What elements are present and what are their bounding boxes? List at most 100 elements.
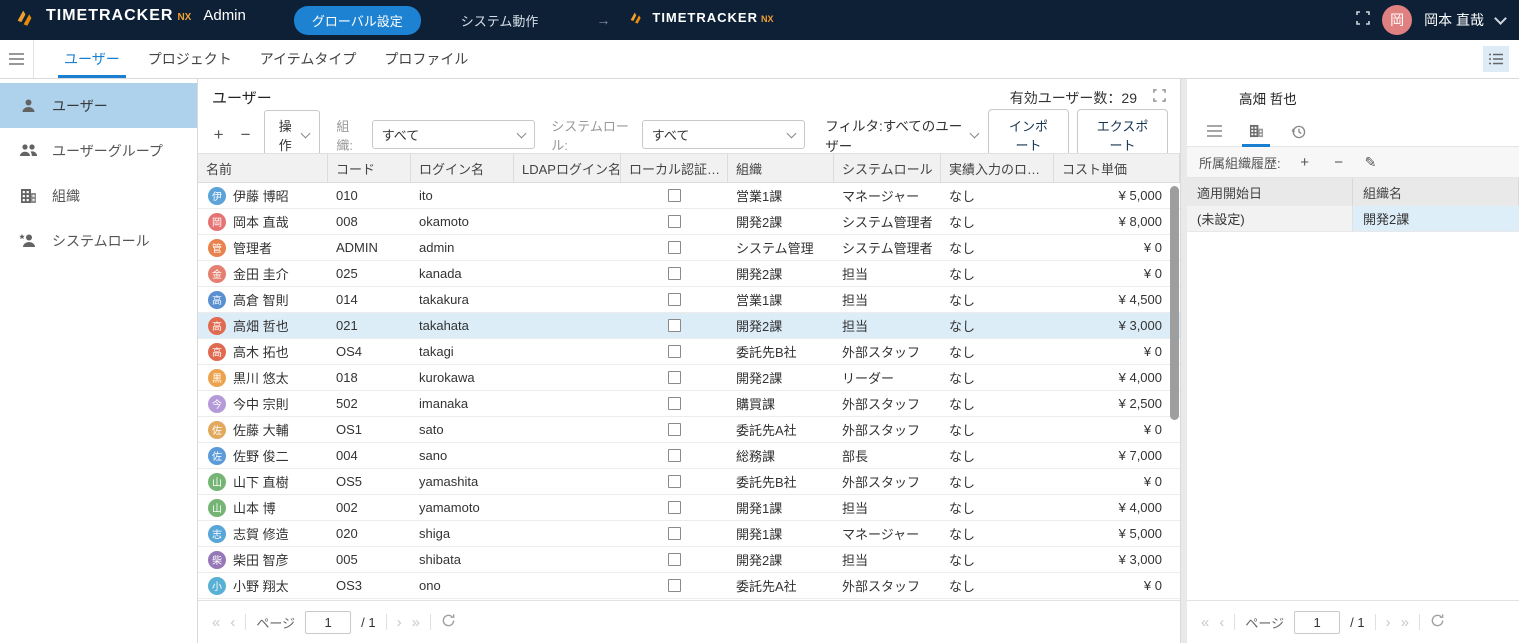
actions-dropdown-button[interactable]: 操作 [264, 110, 320, 160]
detail-tab-organization[interactable] [1235, 116, 1277, 146]
sidebar-item-system-roles[interactable]: システムロール [0, 218, 197, 263]
column-header[interactable]: 実績入力のロ… [941, 154, 1054, 182]
column-header[interactable]: 適用開始日 [1187, 178, 1353, 206]
sidebar-item-organizations[interactable]: 組織 [0, 173, 197, 218]
column-header[interactable]: 名前 [198, 154, 328, 182]
refresh-icon[interactable] [1430, 613, 1445, 631]
menu-icon[interactable] [0, 40, 34, 78]
local-auth-checkbox[interactable] [668, 371, 681, 384]
table-row[interactable]: 岡岡本 直哉008okamoto開発2課システム管理者なし¥ 8,000 [198, 209, 1180, 235]
local-auth-checkbox[interactable] [668, 553, 681, 566]
last-page-button[interactable]: » [1401, 614, 1409, 631]
brand2-nx: NX [761, 14, 774, 24]
ldap-login-name [514, 391, 621, 416]
user-code: 008 [328, 209, 411, 234]
first-page-button[interactable]: « [212, 614, 220, 631]
org-filter-select[interactable]: すべて [372, 120, 536, 149]
local-auth-checkbox[interactable] [668, 579, 681, 592]
user-name: 高木 拓也 [233, 342, 289, 361]
table-row[interactable]: 柴柴田 智彦005shibata開発2課担当なし¥ 3,000 [198, 547, 1180, 573]
user-name: 高倉 智則 [233, 290, 289, 309]
user-filter-dropdown[interactable]: フィルタ:すべてのユーザー [825, 115, 978, 155]
last-page-button[interactable]: » [412, 614, 420, 631]
tab-projects[interactable]: プロジェクト [134, 40, 246, 78]
column-header[interactable]: 組織名 [1353, 178, 1519, 206]
detail-tab-history[interactable] [1277, 116, 1319, 146]
column-header[interactable]: コード [328, 154, 411, 182]
detail-tab-properties[interactable] [1193, 116, 1235, 146]
local-auth-checkbox[interactable] [668, 267, 681, 280]
fullscreen-icon[interactable] [1356, 11, 1370, 30]
refresh-icon[interactable] [441, 613, 456, 631]
next-page-button[interactable]: › [1386, 614, 1391, 631]
local-auth-checkbox[interactable] [668, 319, 681, 332]
chevron-down-icon[interactable] [1494, 12, 1507, 25]
expand-panel-icon[interactable] [1153, 89, 1166, 107]
history-row[interactable]: (未設定)開発2課 [1187, 206, 1519, 232]
table-row[interactable]: 小小野 翔太OS3ono委託先A社外部スタッフなし¥ 0 [198, 573, 1180, 599]
tab-item-types[interactable]: アイテムタイプ [246, 40, 371, 78]
table-row[interactable]: 山山下 直樹OS5yamashita委託先B社外部スタッフなし¥ 0 [198, 469, 1180, 495]
system-role: システム管理者 [834, 209, 941, 234]
table-row[interactable]: 高高畑 哲也021takahata開発2課担当なし¥ 3,000 [198, 313, 1180, 339]
table-row[interactable]: 高高倉 智則014takakura営業1課担当なし¥ 4,500 [198, 287, 1180, 313]
next-page-button[interactable]: › [397, 614, 402, 631]
prev-page-button[interactable]: ‹ [230, 614, 235, 631]
user-avatar: 高 [208, 343, 226, 361]
column-header[interactable]: LDAPログイン名 [514, 154, 621, 182]
system-behavior-link[interactable]: システム動作 [461, 11, 539, 30]
local-auth-checkbox[interactable] [668, 501, 681, 514]
local-auth-checkbox[interactable] [668, 475, 681, 488]
prev-page-button[interactable]: ‹ [1219, 614, 1224, 631]
local-auth-checkbox[interactable] [668, 397, 681, 410]
sidebar-item-user-groups[interactable]: ユーザーグループ [0, 128, 197, 173]
table-row[interactable]: 伊伊藤 博昭010ito営業1課マネージャーなし¥ 5,000 [198, 183, 1180, 209]
column-header[interactable]: 組織 [728, 154, 834, 182]
role-filter-select[interactable]: すべて [642, 120, 806, 149]
page-number-input[interactable] [305, 611, 351, 634]
first-page-button[interactable]: « [1201, 614, 1209, 631]
input-role: なし [941, 339, 1054, 364]
table-row[interactable]: 佐佐野 俊二004sano総務課部長なし¥ 7,000 [198, 443, 1180, 469]
column-header[interactable]: コスト単価 [1054, 154, 1180, 182]
ldap-login-name [514, 469, 621, 494]
table-row[interactable]: 志志賀 修造020shiga開発1課マネージャーなし¥ 5,000 [198, 521, 1180, 547]
table-row[interactable]: 山山本 博002yamamoto開発1課担当なし¥ 4,000 [198, 495, 1180, 521]
table-row[interactable]: 今今中 宗則502imanaka購買課外部スタッフなし¥ 2,500 [198, 391, 1180, 417]
local-auth-checkbox[interactable] [668, 449, 681, 462]
vertical-scrollbar[interactable] [1170, 186, 1179, 420]
tab-profiles[interactable]: プロファイル [370, 40, 482, 78]
table-row[interactable]: 管管理者ADMINadminシステム管理システム管理者なし¥ 0 [198, 235, 1180, 261]
remove-user-button[interactable]: − [237, 125, 254, 145]
list-view-toggle-button[interactable] [1483, 46, 1509, 72]
local-auth-checkbox[interactable] [668, 241, 681, 254]
add-history-button[interactable]: + [1295, 154, 1315, 171]
add-user-button[interactable]: + [210, 125, 227, 145]
table-row[interactable]: 金金田 圭介025kanada開発2課担当なし¥ 0 [198, 261, 1180, 287]
local-auth-checkbox[interactable] [668, 345, 681, 358]
page-number-input[interactable] [1294, 611, 1340, 634]
table-row[interactable]: 佐佐藤 大輔OS1sato委託先A社外部スタッフなし¥ 0 [198, 417, 1180, 443]
local-auth-checkbox[interactable] [668, 527, 681, 540]
local-auth-checkbox[interactable] [668, 423, 681, 436]
sidebar-item-users[interactable]: ユーザー [0, 83, 197, 128]
column-header[interactable]: ローカル認証… [621, 154, 728, 182]
chevron-down-icon [301, 128, 311, 138]
timetracker-link-logo[interactable]: TIMETRACKER NX [628, 10, 773, 31]
user-toolbar: + − 操作 組織: すべて システムロール: すべて フィルタ:すべてのユーザ [198, 116, 1180, 153]
global-settings-button[interactable]: グローバル設定 [294, 6, 421, 35]
column-header[interactable]: システムロール [834, 154, 941, 182]
column-header[interactable]: ログイン名 [411, 154, 514, 182]
ldap-login-name [514, 417, 621, 442]
table-row[interactable]: 高高木 拓也OS4takagi委託先B社外部スタッフなし¥ 0 [198, 339, 1180, 365]
table-row[interactable]: 黒黒川 悠太018kurokawa開発2課リーダーなし¥ 4,000 [198, 365, 1180, 391]
user-code: 005 [328, 547, 411, 572]
edit-history-icon[interactable]: ✎ [1365, 154, 1377, 171]
input-role: なし [941, 547, 1054, 572]
current-user-avatar[interactable]: 岡 [1382, 5, 1412, 35]
local-auth-checkbox[interactable] [668, 293, 681, 306]
tab-users[interactable]: ユーザー [50, 40, 134, 78]
local-auth-checkbox[interactable] [668, 189, 681, 202]
remove-history-button[interactable]: − [1329, 154, 1349, 171]
local-auth-checkbox[interactable] [668, 215, 681, 228]
